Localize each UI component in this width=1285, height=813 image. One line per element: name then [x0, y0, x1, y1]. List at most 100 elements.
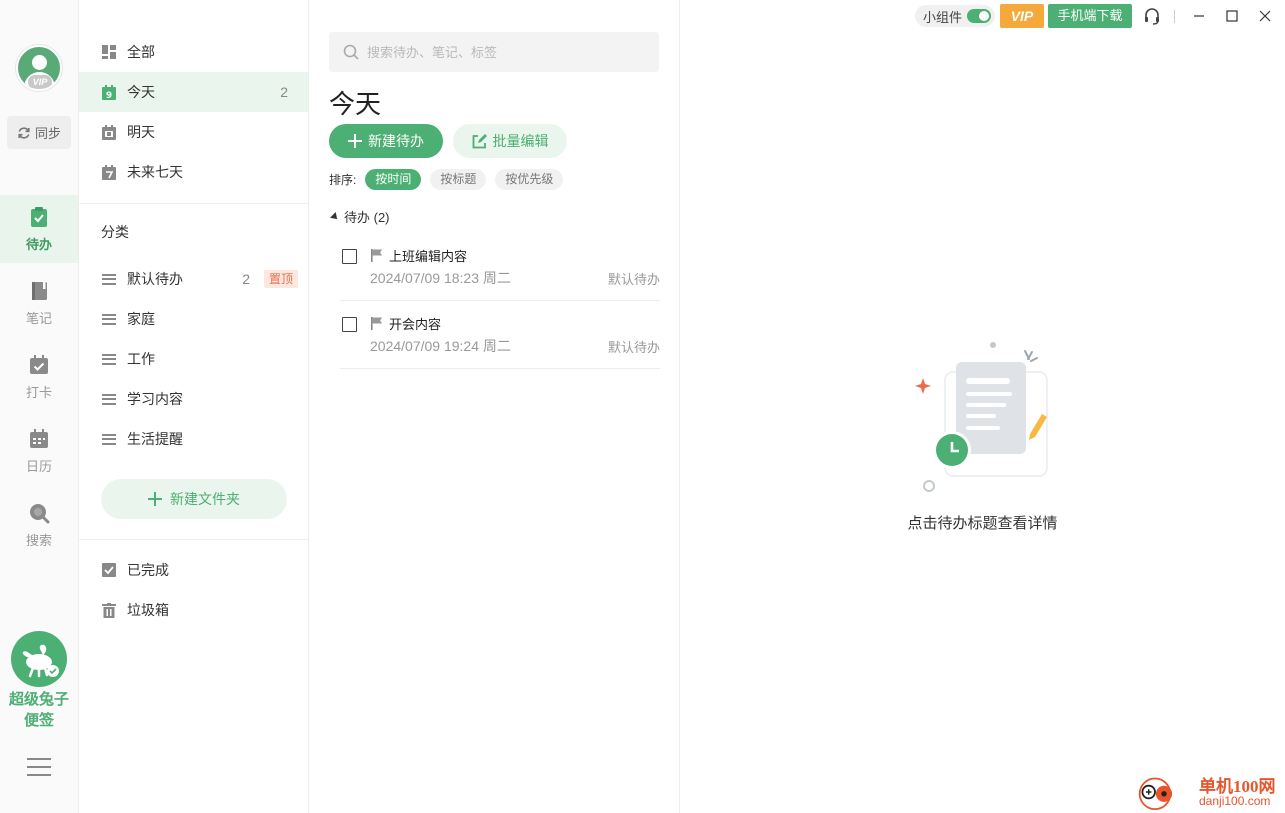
folder-label: 家庭 — [127, 311, 155, 327]
new-todo-button[interactable]: 新建待办 — [329, 124, 443, 158]
brand-name: 超级兔子 便签 — [0, 689, 78, 731]
toolbar-divider — [1174, 10, 1175, 23]
minimize-icon — [1194, 15, 1204, 17]
close-button[interactable] — [1255, 6, 1275, 26]
task-checkbox[interactable] — [342, 317, 357, 332]
maximize-button[interactable] — [1222, 6, 1242, 26]
task-row[interactable]: 开会内容 2024/07/09 19:24 周二 默认待办 — [340, 301, 660, 369]
mobile-download-button[interactable]: 手机端下载 — [1048, 4, 1132, 28]
search-input[interactable] — [367, 44, 647, 60]
list-label: 未来七天 — [127, 164, 183, 180]
vip-button[interactable]: VIP — [1000, 4, 1044, 28]
rail-item-label: 待办 — [25, 236, 52, 252]
calendar-today-icon: 9 — [102, 84, 116, 100]
pinned-badge: 置顶 — [263, 270, 298, 288]
sync-button[interactable]: 同步 — [7, 116, 71, 149]
toggle-switch[interactable] — [967, 9, 991, 23]
flag-icon[interactable] — [370, 248, 384, 262]
sort-by-title[interactable]: 按标题 — [430, 169, 487, 190]
flag-icon[interactable] — [370, 316, 384, 330]
grid-icon — [102, 45, 116, 59]
list-next-seven-days[interactable]: 未来七天 — [79, 152, 308, 192]
notebook-icon — [32, 281, 47, 300]
rail-item-label: 笔记 — [25, 310, 52, 326]
task-row[interactable]: 上班编辑内容 2024/07/09 18:23 周二 默认待办 — [340, 233, 660, 301]
sort-label: 排序: — [329, 173, 357, 187]
search-box[interactable] — [329, 32, 659, 72]
list-label: 垃圾箱 — [127, 602, 169, 618]
rail-item-label: 打卡 — [25, 384, 52, 400]
rail-item-checkin[interactable]: 打卡 — [0, 343, 78, 411]
svg-text:9: 9 — [106, 91, 112, 100]
rail-item-calendar[interactable]: 日历 — [0, 417, 78, 485]
sort-by-time[interactable]: 按时间 — [365, 169, 422, 190]
list-icon — [102, 313, 116, 325]
list-label: 今天 — [127, 84, 155, 100]
new-folder-button[interactable]: 新建文件夹 — [101, 479, 287, 519]
task-title[interactable]: 开会内容 — [389, 314, 441, 333]
task-time: 2024/07/09 18:23 周二 — [370, 270, 511, 286]
folder-family[interactable]: 家庭 — [79, 299, 308, 339]
batch-edit-label: 批量编辑 — [492, 133, 549, 149]
left-rail: VIP 同步 待办 笔记 打卡 日历 搜索 超级兔子 便签 — [0, 0, 79, 813]
page-title: 今天 — [329, 89, 382, 119]
folder-work[interactable]: 工作 — [79, 339, 308, 379]
widget-toggle[interactable]: 小组件 — [915, 5, 995, 27]
sort-by-priority[interactable]: 按优先级 — [495, 169, 564, 190]
minimize-button[interactable] — [1189, 6, 1209, 26]
task-checkbox[interactable] — [342, 249, 357, 264]
list-label: 明天 — [127, 124, 155, 140]
watermark-url: danji100.com — [1199, 794, 1271, 808]
list-tomorrow[interactable]: 明天 — [79, 112, 308, 152]
edit-icon — [472, 133, 487, 148]
checkbox-icon — [102, 563, 116, 577]
list-label: 已完成 — [127, 562, 169, 578]
calendar-week-icon — [102, 164, 116, 180]
rail-item-label: 日历 — [25, 458, 52, 474]
sort-bar: 排序: 按时间 按标题 按优先级 — [329, 169, 564, 190]
rail-item-label: 搜索 — [25, 532, 52, 548]
sync-icon — [18, 126, 30, 139]
widget-label: 小组件 — [923, 9, 963, 25]
list-all[interactable]: 全部 — [79, 32, 308, 72]
plus-icon — [148, 492, 162, 506]
list-icon — [102, 393, 116, 405]
brand-logo — [11, 631, 67, 687]
rail-item-todo[interactable]: 待办 — [0, 195, 78, 263]
folder-label: 学习内容 — [127, 391, 183, 407]
menu-icon[interactable] — [27, 758, 51, 776]
list-completed[interactable]: 已完成 — [79, 550, 308, 590]
todo-group-header[interactable]: 待办 (2) — [330, 207, 390, 226]
task-title[interactable]: 上班编辑内容 — [389, 246, 467, 265]
brand-name-line1: 超级兔子 — [8, 691, 69, 708]
support-button[interactable] — [1142, 6, 1162, 26]
empty-state-illustration — [915, 342, 1048, 492]
new-folder-label: 新建文件夹 — [170, 491, 240, 507]
folder-life-reminders[interactable]: 生活提醒 — [79, 419, 308, 459]
list-today[interactable]: 9 今天 2 — [79, 72, 308, 112]
avatar[interactable]: VIP — [16, 45, 62, 91]
close-icon — [1259, 10, 1271, 22]
calendar-check-icon — [30, 354, 48, 374]
search-icon — [343, 44, 359, 60]
folder-label: 默认待办 — [127, 271, 183, 287]
search-icon — [30, 503, 50, 523]
batch-edit-button[interactable]: 批量编辑 — [453, 124, 567, 158]
plus-icon — [348, 134, 362, 148]
avatar-vip-badge: VIP — [28, 75, 52, 89]
collapse-triangle-icon — [330, 211, 340, 222]
brand-name-line2: 便签 — [23, 712, 54, 729]
group-label: 待办 (2) — [344, 210, 390, 225]
trash-icon — [102, 602, 116, 618]
site-watermark: 单机100网 danji100.com — [1135, 772, 1285, 813]
clipboard-check-icon — [31, 206, 47, 227]
folder-count: 2 — [242, 271, 250, 287]
list-trash[interactable]: 垃圾箱 — [79, 590, 308, 630]
rail-item-search[interactable]: 搜索 — [0, 491, 78, 559]
rail-item-notes[interactable]: 笔记 — [0, 269, 78, 337]
empty-state-text: 点击待办标题查看详情 — [907, 515, 1058, 532]
folder-default[interactable]: 默认待办 2 置顶 — [79, 259, 308, 299]
new-todo-label: 新建待办 — [368, 133, 424, 149]
folder-study[interactable]: 学习内容 — [79, 379, 308, 419]
list-label: 全部 — [127, 44, 155, 60]
